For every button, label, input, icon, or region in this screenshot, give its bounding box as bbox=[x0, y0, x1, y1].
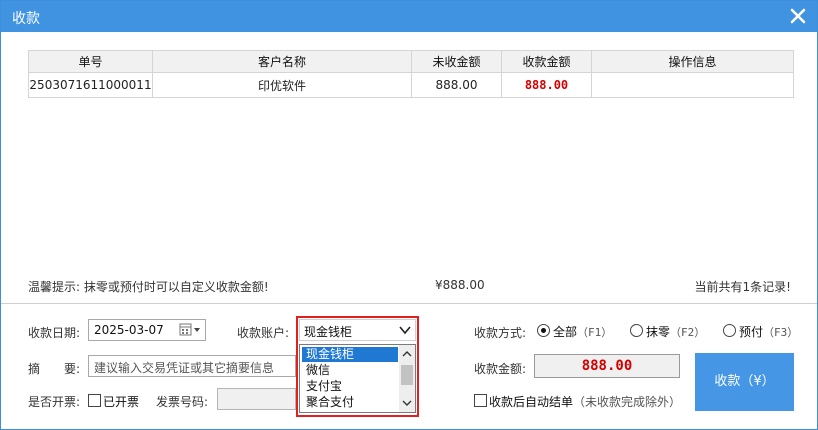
memo-input[interactable]: 建议输入交易凭证或其它摘要信息 bbox=[88, 355, 296, 377]
invoice-checkbox-label[interactable]: 已开票 bbox=[103, 393, 139, 410]
record-count: 当前共有1条记录! bbox=[694, 280, 791, 294]
account-select-value: 现金钱柜 bbox=[304, 325, 353, 339]
scroll-up-icon[interactable] bbox=[399, 347, 415, 361]
account-label: 收款账户: bbox=[237, 326, 290, 340]
auto-settle-label[interactable]: 收款后自动结单 bbox=[489, 395, 573, 409]
method-round-label: 抹零 bbox=[646, 325, 671, 339]
amount-input[interactable]: 888.00 bbox=[534, 354, 680, 378]
column-header-receipt: 收款金额 bbox=[501, 50, 592, 73]
invoice-no-label: 发票号码: bbox=[156, 395, 209, 409]
account-option-aggregate[interactable]: 聚合支付 bbox=[302, 395, 398, 410]
radio-circle[interactable] bbox=[630, 324, 643, 337]
radio-circle[interactable] bbox=[723, 324, 736, 337]
pay-button[interactable]: 收款（¥） bbox=[695, 353, 794, 411]
cell-customer: 印优软件 bbox=[152, 72, 412, 98]
method-radio-all[interactable]: 全部（F1） bbox=[537, 323, 622, 339]
method-all-label: 全部 bbox=[553, 325, 578, 339]
window-title: 收款 bbox=[12, 11, 40, 27]
memo-label: 摘 要: bbox=[28, 362, 81, 376]
method-radio-round[interactable]: 抹零（F2） bbox=[630, 323, 715, 339]
account-dropdown-list[interactable]: 现金钱柜 微信 支付宝 聚合支付 bbox=[299, 344, 416, 413]
column-header-customer: 客户名称 bbox=[152, 50, 412, 73]
section-divider bbox=[1, 303, 817, 304]
title-bar: 收款 bbox=[1, 1, 817, 32]
account-option-alipay[interactable]: 支付宝 bbox=[302, 379, 398, 394]
scroll-thumb[interactable] bbox=[401, 365, 413, 385]
account-select[interactable]: 现金钱柜 bbox=[299, 319, 416, 341]
cell-info bbox=[591, 72, 794, 98]
receipt-table: 单号 客户名称 未收金额 收款金额 操作信息 2503071611000011 … bbox=[28, 50, 794, 98]
tip-text: 温馨提示: 抹零或预付时可以自定义收款金额! bbox=[28, 280, 269, 294]
radio-circle[interactable] bbox=[537, 324, 550, 337]
dropdown-scrollbar[interactable] bbox=[399, 345, 415, 412]
table-row[interactable]: 2503071611000011 印优软件 888.00 888.00 bbox=[28, 72, 794, 98]
invoice-label: 是否开票: bbox=[28, 395, 81, 409]
total-amount: ¥888.00 bbox=[435, 278, 485, 292]
radio-dot bbox=[541, 328, 546, 333]
amount-label: 收款金额: bbox=[474, 362, 527, 376]
column-header-order-no: 单号 bbox=[28, 50, 153, 73]
method-all-key: （F1） bbox=[577, 326, 613, 339]
auto-settle-note: （未收款完成除外） bbox=[573, 395, 682, 409]
account-option-wechat[interactable]: 微信 bbox=[302, 363, 398, 378]
cell-order-no: 2503071611000011 bbox=[28, 72, 153, 98]
cell-unpaid: 888.00 bbox=[411, 72, 502, 98]
scroll-down-icon[interactable] bbox=[399, 396, 415, 410]
calendar-icon[interactable] bbox=[179, 323, 201, 337]
date-label: 收款日期: bbox=[28, 326, 81, 340]
account-option-cash[interactable]: 现金钱柜 bbox=[302, 347, 398, 362]
invoice-checkbox[interactable] bbox=[88, 394, 101, 407]
chevron-down-icon[interactable] bbox=[398, 324, 412, 336]
memo-placeholder: 建议输入交易凭证或其它摘要信息 bbox=[94, 361, 275, 375]
method-prepay-label: 预付 bbox=[739, 325, 764, 339]
method-label: 收款方式: bbox=[474, 326, 527, 340]
column-header-unpaid: 未收金额 bbox=[411, 50, 502, 73]
method-round-key: （F2） bbox=[670, 326, 706, 339]
method-radio-prepay[interactable]: 预付（F3） bbox=[723, 323, 803, 339]
date-value: 2025-03-07 bbox=[94, 323, 164, 337]
cell-receipt[interactable]: 888.00 bbox=[501, 72, 592, 98]
close-icon[interactable] bbox=[789, 6, 807, 26]
invoice-no-input[interactable] bbox=[217, 388, 296, 410]
table-header-row: 单号 客户名称 未收金额 收款金额 操作信息 bbox=[28, 50, 794, 73]
method-prepay-key: （F3） bbox=[763, 326, 799, 339]
column-header-info: 操作信息 bbox=[591, 50, 794, 73]
payment-dialog: 收款 单号 客户名称 未收金额 收款金额 操作信息 25030716110000… bbox=[0, 0, 818, 430]
auto-settle-checkbox[interactable] bbox=[474, 394, 487, 407]
date-picker[interactable]: 2025-03-07 bbox=[88, 319, 206, 341]
